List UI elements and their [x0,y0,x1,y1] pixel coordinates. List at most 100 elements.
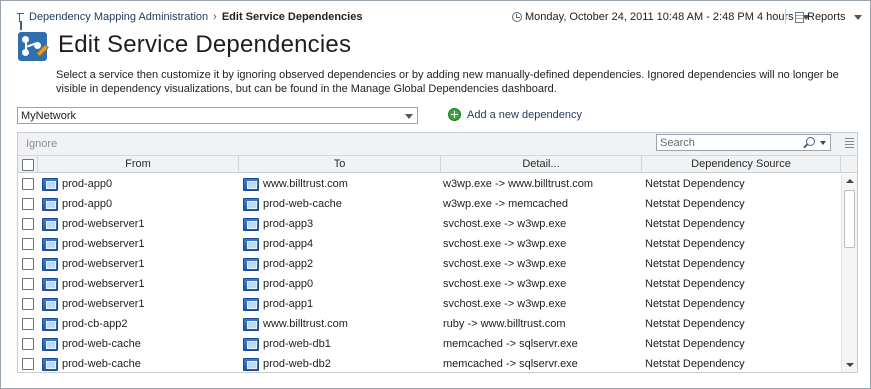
server-icon [42,257,58,271]
row-checkbox[interactable] [22,278,34,290]
search-icon[interactable] [806,137,815,146]
column-header-detail[interactable]: Detail... [441,156,642,173]
network-select-value: MyNetwork [21,109,77,122]
scroll-down-arrow-icon[interactable] [846,363,854,367]
up-level-icon[interactable] [16,12,26,23]
table-row[interactable]: prod-app0 www.billtrust.com w3wp.exe -> … [18,174,841,194]
add-dependency-label: Add a new dependency [467,108,582,121]
table-row[interactable]: prod-webserver1 prod-app0 svchost.exe ->… [18,274,841,294]
server-icon [42,297,58,311]
source-cell: Netstat Dependency [645,258,745,270]
table-row[interactable]: prod-app0 prod-web-cache w3wp.exe -> mem… [18,194,841,214]
row-checkbox[interactable] [22,358,34,370]
row-checkbox[interactable] [22,338,34,350]
breadcrumb-parent-link[interactable]: Dependency Mapping Administration [29,11,208,23]
from-cell: prod-app0 [62,178,113,190]
source-cell: Netstat Dependency [645,218,745,230]
row-checkbox[interactable] [22,318,34,330]
page-title: Edit Service Dependencies [58,31,352,58]
table-row[interactable]: prod-webserver1 prod-app2 svchost.exe ->… [18,254,841,274]
table-row[interactable]: prod-webserver1 prod-app3 svchost.exe ->… [18,214,841,234]
header-scroll-spacer [841,156,857,173]
source-cell: Netstat Dependency [645,298,745,310]
table-row[interactable]: prod-webserver1 prod-app4 svchost.exe ->… [18,234,841,254]
source-cell: Netstat Dependency [645,318,745,330]
table-row[interactable]: prod-web-cache prod-web-db2 memcached ->… [18,354,841,372]
select-all-cell [18,156,38,173]
table-row[interactable]: prod-web-cache prod-web-db1 memcached ->… [18,334,841,354]
page-frame: Dependency Mapping Administration › Edit… [0,0,871,389]
to-cell: prod-app0 [263,278,314,290]
server-icon [243,277,259,291]
server-icon [243,297,259,311]
server-icon [42,197,58,211]
to-cell: prod-app2 [263,258,314,270]
add-dependency-button[interactable]: Add a new dependency [448,108,582,121]
server-icon [42,357,58,371]
breadcrumb-current: Edit Service Dependencies [221,11,363,23]
detail-cell: w3wp.exe -> memcached [443,198,569,210]
detail-cell: svchost.exe -> w3wp.exe [443,218,567,230]
from-cell: prod-app0 [62,198,113,210]
time-range-selector[interactable]: Monday, October 24, 2011 10:48 AM - 2:48… [512,11,810,23]
network-select[interactable]: MyNetwork [17,107,418,124]
detail-cell: svchost.exe -> w3wp.exe [443,238,567,250]
reports-menu[interactable]: Reports [795,11,862,23]
server-icon [243,197,259,211]
search-options-chevron-icon[interactable] [820,141,826,145]
table-row[interactable]: prod-webserver1 prod-app1 svchost.exe ->… [18,294,841,314]
chevron-down-icon [405,114,413,119]
select-all-checkbox[interactable] [21,158,34,171]
server-icon [42,317,58,331]
from-cell: prod-web-cache [62,358,141,370]
row-checkbox[interactable] [22,238,34,250]
source-cell: Netstat Dependency [645,238,745,250]
row-checkbox[interactable] [22,258,34,270]
row-checkbox[interactable] [22,198,34,210]
report-icon [795,11,804,23]
from-cell: prod-webserver1 [62,238,145,250]
clock-icon [512,12,522,22]
from-cell: prod-cb-app2 [62,318,128,330]
source-cell: Netstat Dependency [645,278,745,290]
scroll-thumb[interactable] [844,190,855,248]
from-cell: prod-web-cache [62,338,141,350]
server-icon [243,317,259,331]
scroll-up-arrow-icon[interactable] [846,179,854,183]
toolbar-divider [785,9,786,24]
detail-cell: ruby -> www.billtrust.com [443,318,566,330]
detail-cell: memcached -> sqlservr.exe [443,338,578,350]
column-options-icon[interactable] [845,138,854,148]
top-bar: Dependency Mapping Administration › Edit… [1,1,870,31]
page-description: Select a service then customize it by ig… [56,69,839,95]
column-header-to[interactable]: To [239,156,441,173]
source-cell: Netstat Dependency [645,198,745,210]
to-cell: prod-app4 [263,238,314,250]
search-input[interactable] [656,134,831,151]
server-icon [243,337,259,351]
server-icon [42,337,58,351]
source-cell: Netstat Dependency [645,358,745,370]
reports-label: Reports [807,11,846,23]
chevron-down-icon [853,14,862,20]
to-cell: prod-web-db1 [263,338,331,350]
row-checkbox[interactable] [22,178,34,190]
server-icon [243,177,259,191]
server-icon [243,257,259,271]
vertical-scrollbar[interactable] [841,174,857,372]
server-icon [42,237,58,251]
dependency-edit-icon [18,32,49,61]
server-icon [42,277,58,291]
ignore-button[interactable]: Ignore [26,138,57,150]
from-cell: prod-webserver1 [62,218,145,230]
detail-cell: svchost.exe -> w3wp.exe [443,258,567,270]
table-row[interactable]: prod-cb-app2 www.billtrust.com ruby -> w… [18,314,841,334]
server-icon [42,177,58,191]
breadcrumb-separator: › [213,11,217,23]
column-header-dependency-source[interactable]: Dependency Source [642,156,841,173]
row-checkbox[interactable] [22,298,34,310]
column-header-from[interactable]: From [38,156,239,173]
breadcrumb: Dependency Mapping Administration › Edit… [16,11,362,23]
row-checkbox[interactable] [22,218,34,230]
to-cell: prod-web-db2 [263,358,331,370]
